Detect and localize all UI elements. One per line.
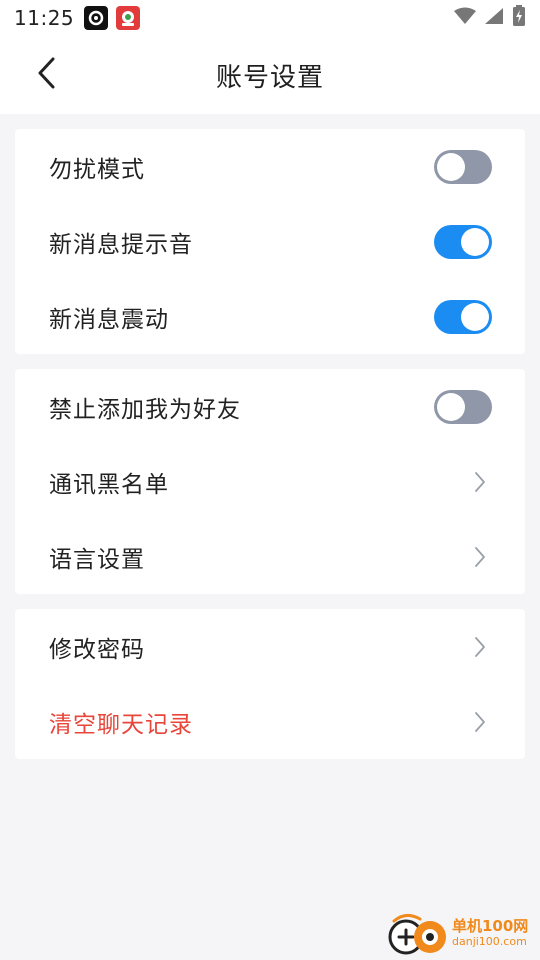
watermark-text: 单机100网 danji100.com (452, 917, 528, 949)
settings-group-privacy: 禁止添加我为好友 通讯黑名单 语言设置 (15, 369, 525, 594)
app-notification-icon (84, 6, 109, 30)
setting-label: 禁止添加我为好友 (49, 396, 241, 423)
chevron-right-icon (473, 636, 487, 658)
message-sound-toggle[interactable] (434, 224, 492, 259)
watermark-title: 单机100网 (452, 917, 529, 935)
back-button[interactable] (26, 55, 66, 95)
setting-row-block-friend-requests: 禁止添加我为好友 (15, 369, 525, 444)
chevron-right-icon (473, 471, 487, 493)
app-header: 账号设置 (0, 36, 540, 114)
setting-row-clear-chat-history[interactable]: 清空聊天记录 (15, 684, 525, 759)
status-time: 11:25 (14, 6, 75, 30)
toggle-knob (461, 302, 489, 331)
watermark-logo-icon (386, 909, 450, 957)
setting-row-message-sound: 新消息提示音 (15, 204, 525, 279)
toggle-knob (437, 152, 465, 181)
setting-label: 新消息提示音 (49, 231, 193, 258)
message-vibration-toggle[interactable] (434, 299, 492, 334)
toggle-knob (437, 392, 465, 421)
battery-charging-icon (512, 5, 526, 31)
setting-row-language[interactable]: 语言设置 (15, 519, 525, 594)
chevron-right-icon (473, 711, 487, 733)
chevron-right-icon (473, 546, 487, 568)
setting-label: 语言设置 (49, 546, 145, 573)
setting-label: 勿扰模式 (49, 156, 145, 183)
page-title: 账号设置 (215, 62, 324, 93)
setting-row-message-vibration: 新消息震动 (15, 279, 525, 354)
settings-group-account: 修改密码 清空聊天记录 (15, 609, 525, 759)
setting-label: 清空聊天记录 (49, 711, 193, 738)
settings-group-notifications: 勿扰模式 新消息提示音 新消息震动 (15, 129, 525, 354)
setting-label: 通讯黑名单 (49, 471, 169, 498)
toggle-knob (461, 227, 489, 256)
app-notification-icon-2 (116, 6, 141, 30)
setting-row-change-password[interactable]: 修改密码 (15, 609, 525, 684)
chevron-left-icon (35, 56, 57, 94)
setting-row-do-not-disturb: 勿扰模式 (15, 129, 525, 204)
setting-label: 修改密码 (49, 636, 145, 663)
setting-label: 新消息震动 (49, 306, 169, 333)
block-friend-requests-toggle[interactable] (434, 389, 492, 424)
setting-row-blacklist[interactable]: 通讯黑名单 (15, 444, 525, 519)
status-icons (454, 5, 526, 31)
do-not-disturb-toggle[interactable] (434, 149, 492, 184)
watermark: 单机100网 danji100.com (386, 908, 536, 958)
signal-icon (484, 7, 504, 29)
watermark-url: danji100.com (452, 935, 527, 948)
status-bar: 11:25 (0, 0, 540, 36)
wifi-icon (454, 7, 476, 29)
